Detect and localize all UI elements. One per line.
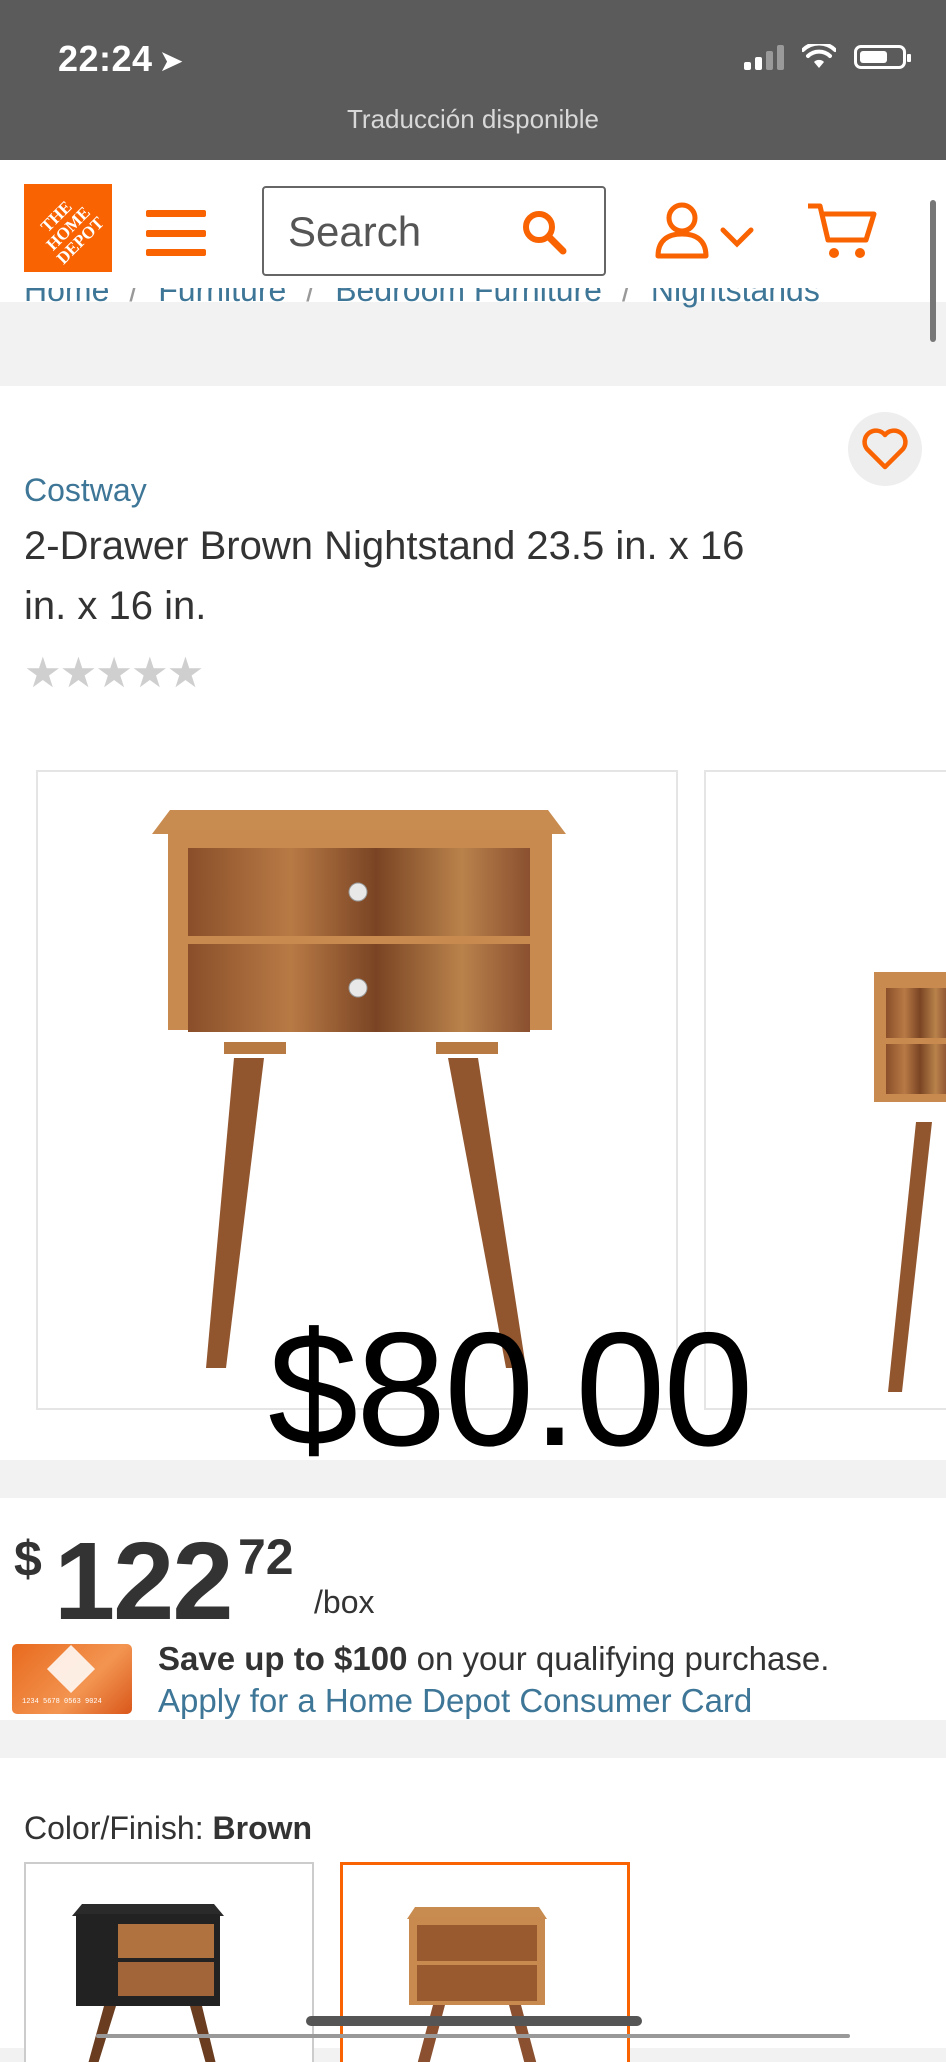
price-cents: 72 <box>238 1529 294 1585</box>
price-unit: /box <box>314 1584 375 1620</box>
breadcrumb-bedroom-furniture[interactable]: Bedroom Furniture <box>335 288 602 308</box>
credit-card-image: 1234 5678 0563 9024 <box>12 1644 132 1714</box>
horizontal-scroll-track <box>96 2034 850 2038</box>
cart-icon[interactable] <box>806 200 878 262</box>
heart-icon <box>862 428 908 470</box>
black-nightstand-thumbnail <box>72 1904 224 2062</box>
battery-icon <box>854 45 911 69</box>
price-dollars: 122 <box>54 1520 234 1643</box>
chevron-down-icon[interactable] <box>720 226 754 248</box>
breadcrumb-home[interactable]: Home <box>24 288 109 308</box>
wifi-icon <box>802 44 836 68</box>
overlay-price: $80.00 <box>268 1299 753 1480</box>
status-icons <box>744 44 911 70</box>
favorite-button[interactable] <box>848 412 922 486</box>
site-header: THE HOME DEPOT <box>0 160 946 302</box>
status-time: 22:24 ➤ <box>58 38 184 80</box>
time-text: 22:24 <box>58 38 153 79</box>
promo-rest: on your qualifying purchase. <box>407 1640 830 1677</box>
cellular-signal-icon <box>744 44 784 70</box>
status-bar: 22:24 ➤ Traducción disponible <box>0 0 946 160</box>
breadcrumb: Home / Furniture / Bedroom Furniture / Nightst… <box>24 288 924 324</box>
search-box <box>262 186 606 276</box>
scrollbar[interactable] <box>930 200 936 342</box>
translation-banner[interactable]: Traducción disponible <box>0 104 946 135</box>
location-arrow-icon: ➤ <box>158 45 185 78</box>
home-indicator[interactable] <box>306 2016 642 2026</box>
product-title: 2-Drawer Brown Nightstand 23.5 in. x 16 … <box>24 524 745 628</box>
apply-card-link[interactable]: Apply for a Home Depot Consumer Card <box>158 1682 752 1720</box>
breadcrumb-nightstands[interactable]: Nightstands <box>651 288 820 308</box>
color-label: Color/Finish: Brown <box>24 1810 312 1847</box>
product-brand[interactable]: Costway <box>24 472 147 509</box>
promo-text: Save up to $100 on your qualifying purch… <box>158 1640 829 1678</box>
menu-icon[interactable] <box>146 210 206 256</box>
card-number: 1234 5678 0563 9024 <box>22 1698 102 1706</box>
promo-bold: Save up to $100 <box>158 1640 408 1677</box>
account-icon[interactable] <box>652 200 712 260</box>
breadcrumb-furniture[interactable]: Furniture <box>158 288 286 308</box>
color-label-text: Color/Finish: <box>24 1810 213 1846</box>
search-input[interactable] <box>286 204 510 260</box>
color-swatch-black[interactable] <box>24 1862 314 2062</box>
color-value: Brown <box>212 1810 313 1846</box>
home-depot-logo[interactable]: THE HOME DEPOT <box>24 184 112 272</box>
price-currency: $ <box>14 1531 42 1587</box>
brown-nightstand-thumbnail <box>407 1907 547 2062</box>
search-icon[interactable] <box>520 208 568 256</box>
rating-stars[interactable]: ★★★★★ <box>24 648 204 697</box>
color-swatch-brown[interactable] <box>340 1862 630 2062</box>
